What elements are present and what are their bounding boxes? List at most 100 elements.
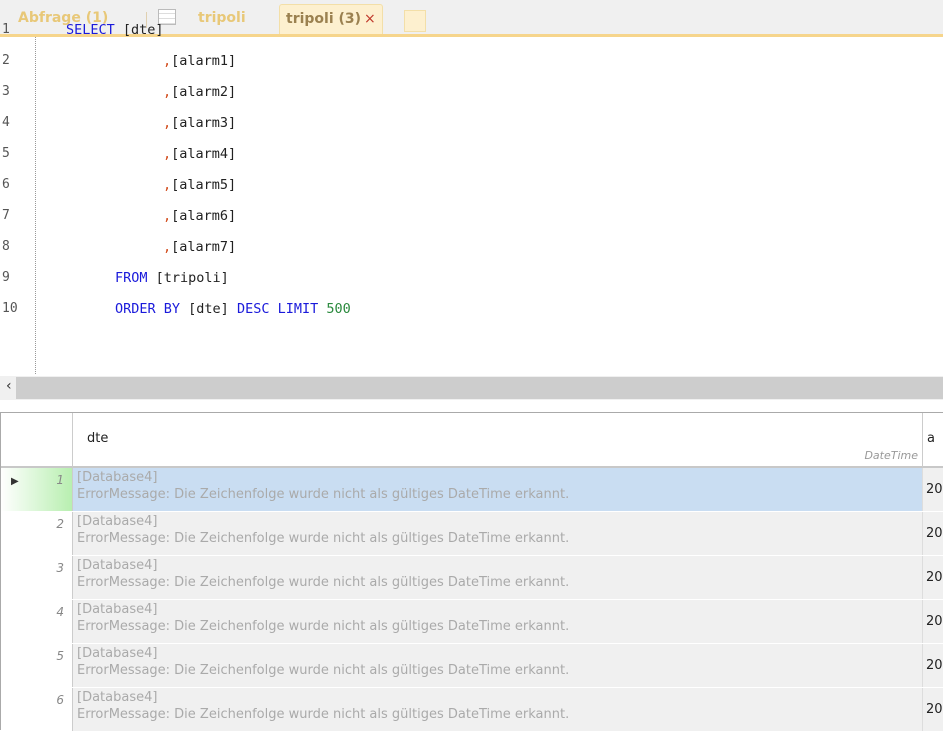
table-row[interactable]: 2 [Database4] ErrorMessage: Die Zeichenfol…: [1, 512, 943, 555]
row-header[interactable]: 3: [1, 556, 73, 599]
row-header[interactable]: ▶ 1: [1, 468, 73, 511]
error-source: [Database4]: [77, 558, 158, 573]
column-header-alarm[interactable]: a: [923, 413, 943, 468]
code-line-1: SELECT [dte]: [66, 22, 164, 38]
error-message: ErrorMessage: Die Zeichenfolge wurde nic…: [77, 663, 570, 678]
number-literal: 500: [318, 301, 351, 317]
tab-tripoli-3[interactable]: tripoli (3) ×: [279, 4, 383, 34]
comma: ,: [163, 146, 172, 162]
horizontal-scrollbar[interactable]: ‹: [0, 376, 943, 400]
row-number: 6: [56, 693, 64, 707]
error-source: [Database4]: [77, 646, 158, 661]
code-text: [alarm2]: [171, 84, 237, 100]
table-row[interactable]: 4 [Database4] ErrorMessage: Die Zeichenfol…: [1, 600, 943, 643]
code-text: [alarm3]: [171, 115, 237, 131]
code-line-8: ,[alarm7]: [163, 239, 236, 255]
code-text: [alarm7]: [171, 239, 237, 255]
error-source: [Database4]: [77, 470, 158, 485]
cell-dte[interactable]: [Database4] ErrorMessage: Die Zeichenfolg…: [73, 556, 923, 599]
line-number: 9: [2, 270, 10, 285]
cell-alarm[interactable]: 20: [923, 556, 943, 599]
code-line-10: ORDER BY [dte] DESC LIMIT 500: [115, 301, 351, 317]
code-line-2: ,[alarm1]: [163, 53, 236, 69]
code-text: [alarm6]: [171, 208, 237, 224]
cell-dte[interactable]: [Database4] ErrorMessage: Die Zeichenfolg…: [73, 688, 923, 731]
cell-dte[interactable]: [Database4] ErrorMessage: Die Zeichenfolg…: [73, 644, 923, 687]
row-number: 1: [56, 473, 64, 487]
row-header[interactable]: 2: [1, 512, 73, 555]
line-number: 7: [2, 208, 10, 223]
table-row[interactable]: 3 [Database4] ErrorMessage: Die Zeichenfol…: [1, 556, 943, 599]
results-grid: dte DateTime a ▶ 1 [Database4] ErrorMessage…: [0, 412, 943, 731]
cell-alarm[interactable]: 20: [923, 468, 943, 511]
code-text: [dte]: [180, 301, 237, 317]
scrollbar-thumb[interactable]: [16, 377, 943, 399]
line-number: 8: [2, 239, 10, 254]
error-source: [Database4]: [77, 602, 158, 617]
keyword: SELECT: [66, 22, 115, 38]
code-text: [alarm4]: [171, 146, 237, 162]
cell-alarm[interactable]: 20: [923, 600, 943, 643]
column-name: dte: [87, 431, 109, 446]
comma: ,: [163, 177, 172, 193]
keyword: FROM: [115, 270, 148, 286]
tab-tripoli[interactable]: tripoli: [198, 10, 246, 26]
row-number: 2: [56, 517, 64, 531]
column-name: a: [927, 431, 935, 446]
sql-editor[interactable]: 1 2 3 4 5 6 7 8 9 10 SELECT [dte] ,[alarm1] ,[alar…: [0, 22, 943, 374]
code-line-9: FROM [tripoli]: [115, 270, 229, 286]
cell-dte[interactable]: [Database4] ErrorMessage: Die Zeichenfolg…: [73, 512, 923, 555]
table-row[interactable]: 5 [Database4] ErrorMessage: Die Zeichenfol…: [1, 644, 943, 687]
comma: ,: [163, 84, 172, 100]
comma: ,: [163, 208, 172, 224]
error-source: [Database4]: [77, 690, 158, 705]
code-text: [alarm5]: [171, 177, 237, 193]
row-header-corner: [1, 413, 73, 468]
current-row-pointer-icon: ▶: [11, 476, 19, 487]
line-number-gutter: 1 2 3 4 5 6 7 8 9 10: [0, 22, 36, 374]
cell-dte[interactable]: [Database4] ErrorMessage: Die Zeichenfolg…: [73, 600, 923, 643]
cell-alarm[interactable]: 20: [923, 688, 943, 731]
table-row[interactable]: 6 [Database4] ErrorMessage: Die Zeichenfol…: [1, 688, 943, 731]
code-line-7: ,[alarm6]: [163, 208, 236, 224]
line-number: 10: [2, 301, 18, 316]
line-number: 2: [2, 53, 10, 68]
row-number: 3: [56, 561, 64, 575]
line-number: 4: [2, 115, 10, 130]
line-number: 6: [2, 177, 10, 192]
error-message: ErrorMessage: Die Zeichenfolge wurde nic…: [77, 531, 570, 546]
column-type: DateTime: [864, 449, 918, 462]
keyword: ORDER BY: [115, 301, 181, 317]
code-line-5: ,[alarm4]: [163, 146, 236, 162]
table-row[interactable]: ▶ 1 [Database4] ErrorMessage: Die Zeichenfo…: [1, 468, 943, 511]
scroll-left-icon[interactable]: ‹: [6, 378, 12, 394]
line-number: 1: [2, 22, 10, 37]
code-line-3: ,[alarm2]: [163, 84, 236, 100]
code-text: [alarm1]: [171, 53, 237, 69]
code-text: [tripoli]: [147, 270, 229, 286]
row-header[interactable]: 5: [1, 644, 73, 687]
row-number: 5: [56, 649, 64, 663]
error-message: ErrorMessage: Die Zeichenfolge wurde nic…: [77, 575, 570, 590]
row-header[interactable]: 6: [1, 688, 73, 731]
code-line-4: ,[alarm3]: [163, 115, 236, 131]
error-message: ErrorMessage: Die Zeichenfolge wurde nic…: [77, 487, 570, 502]
error-message: ErrorMessage: Die Zeichenfolge wurde nic…: [77, 619, 570, 634]
row-number: 4: [56, 605, 64, 619]
code-text: [dte]: [114, 22, 164, 38]
comma: ,: [163, 239, 172, 255]
row-header[interactable]: 4: [1, 600, 73, 643]
error-message: ErrorMessage: Die Zeichenfolge wurde nic…: [77, 707, 570, 722]
comma: ,: [163, 53, 172, 69]
keyword: DESC LIMIT: [236, 301, 319, 317]
new-tab-button[interactable]: [404, 10, 426, 32]
close-icon[interactable]: ×: [364, 11, 376, 27]
cell-alarm[interactable]: 20: [923, 644, 943, 687]
line-number: 3: [2, 84, 10, 99]
tab-label: tripoli (3): [286, 11, 362, 27]
cell-dte[interactable]: [Database4] ErrorMessage: Die Zeichenfolg…: [73, 468, 923, 511]
cell-alarm[interactable]: 20: [923, 512, 943, 555]
comma: ,: [163, 115, 172, 131]
code-line-6: ,[alarm5]: [163, 177, 236, 193]
column-header-dte[interactable]: dte DateTime: [73, 413, 923, 468]
